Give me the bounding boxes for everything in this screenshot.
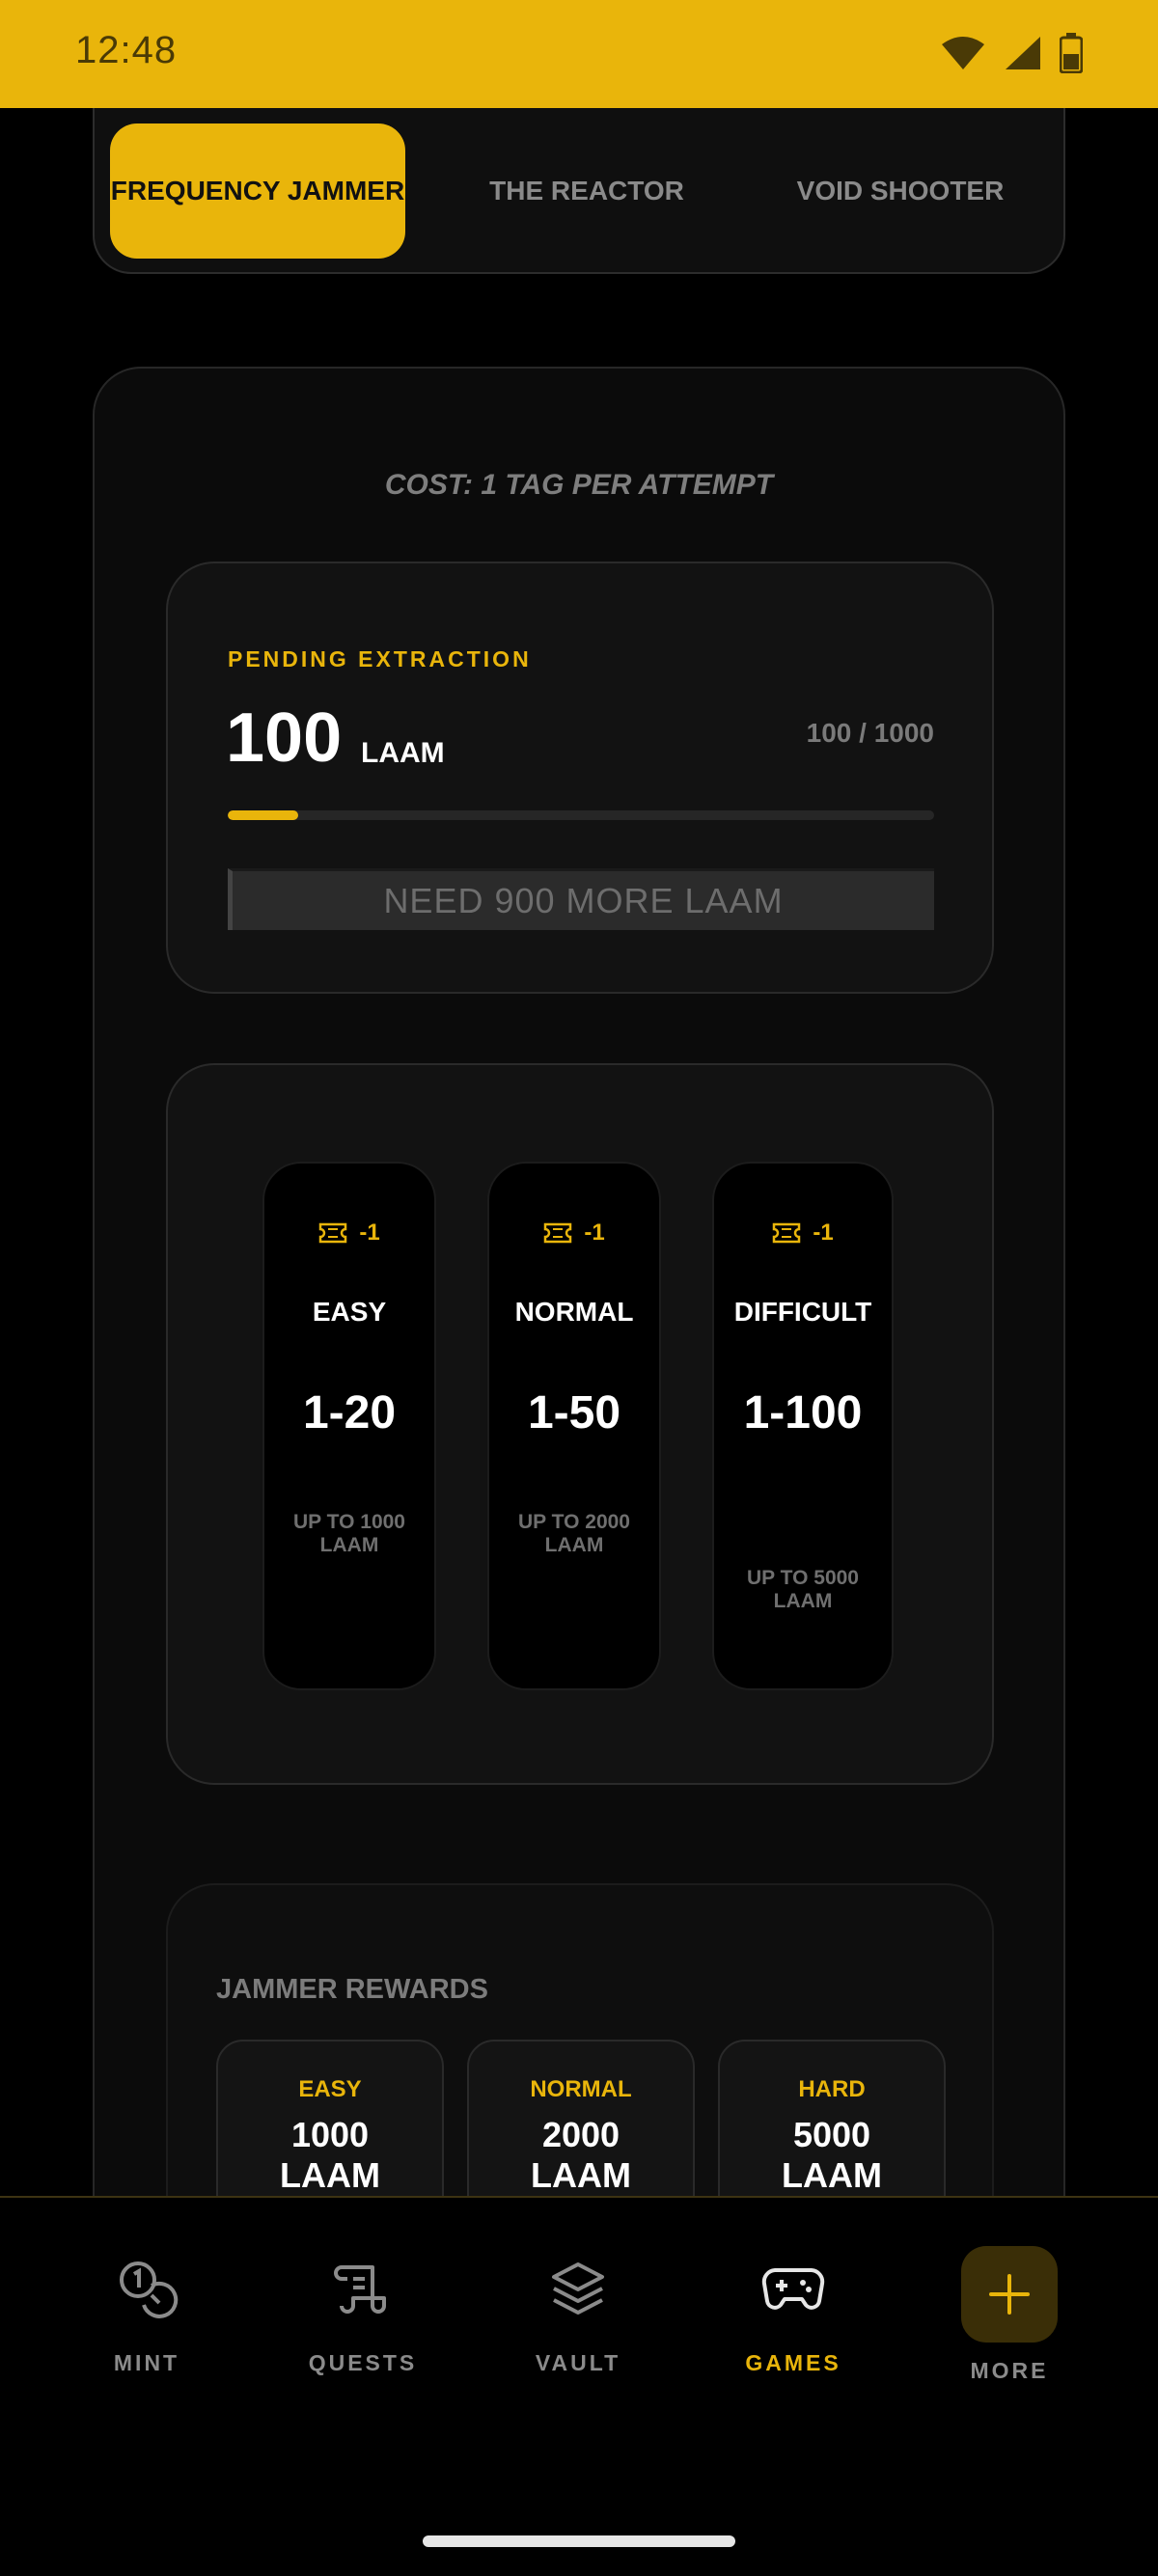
ticket-cost: -1 — [813, 1219, 834, 1246]
signal-icon — [1006, 37, 1040, 69]
rewards-title: JAMMER REWARDS — [216, 1974, 488, 2005]
difficulty-range: 1-100 — [743, 1387, 863, 1439]
ticket-cost-row: -1 — [489, 1219, 659, 1247]
extraction-progress-fill — [228, 810, 299, 820]
ticket-icon — [773, 1222, 801, 1244]
nav-label: GAMES — [745, 2350, 841, 2375]
ticket-cost: -1 — [584, 1219, 605, 1246]
ticket-cost: -1 — [359, 1219, 380, 1246]
ticket-cost-row: -1 — [714, 1219, 892, 1247]
reward-value: 1000 LAAM — [280, 2115, 380, 2195]
nav-label: MINT — [113, 2350, 180, 2375]
extract-button[interactable]: NEED 900 MORE LAAM — [228, 868, 934, 930]
gamepad-icon — [761, 2268, 825, 2310]
difficulty-range: 1-20 — [302, 1387, 397, 1439]
scroll-icon — [334, 2265, 386, 2314]
nav-item-games[interactable]: GAMES — [706, 2250, 880, 2376]
cost-text: COST: 1 TAG PER ATTEMPT — [384, 469, 774, 501]
difficulty-range: 1-50 — [527, 1387, 621, 1439]
nav-item-vault[interactable]: VAULT — [491, 2250, 665, 2376]
tab-frequency-jammer[interactable]: FREQUENCY JAMMER — [110, 123, 405, 259]
pending-unit: LAAM — [361, 737, 445, 769]
status-icons — [940, 33, 1083, 73]
more-button[interactable] — [961, 2246, 1058, 2343]
extraction-progress-bar — [228, 810, 934, 820]
difficulty-reward: UP TO 5000 LAAM — [747, 1567, 859, 1612]
tab-the-reactor[interactable]: THE REACTOR — [432, 123, 741, 259]
nav-item-more[interactable]: MORE — [923, 2246, 1096, 2384]
reward-label: HARD — [798, 2076, 866, 2102]
difficulty-name: NORMAL — [514, 1297, 634, 1327]
nav-label: VAULT — [535, 2350, 621, 2375]
frequency-jammer-panel: COST: 1 TAG PER ATTEMPT PENDING EXTRACTI… — [93, 367, 1065, 2366]
ticket-icon — [319, 1222, 347, 1244]
pending-extraction-card: PENDING EXTRACTION 100 LAAM 100 / 1000 N… — [166, 562, 994, 994]
difficulty-name: DIFFICULT — [733, 1297, 872, 1327]
home-indicator — [423, 2535, 735, 2547]
nav-item-quests[interactable]: QUESTS — [276, 2250, 450, 2376]
difficulty-selector-card: -1 EASY 1-20 UP TO 1000 LAAM -1 NORMAL 1… — [166, 1063, 994, 1785]
ticket-icon — [544, 1222, 572, 1244]
status-bar: 12:48 — [0, 0, 1158, 108]
nav-label: QUESTS — [308, 2350, 418, 2375]
ticket-cost-row: -1 — [264, 1219, 434, 1247]
pending-progress-text: 100 / 1000 — [806, 718, 934, 748]
pending-amount: 100 — [226, 699, 343, 777]
reward-label: EASY — [298, 2076, 362, 2102]
battery-icon — [1060, 33, 1083, 73]
plus-icon — [989, 2274, 1030, 2315]
difficulty-reward: UP TO 2000 LAAM — [518, 1511, 630, 1556]
coins-icon — [120, 2261, 179, 2318]
difficulty-reward: UP TO 1000 LAAM — [293, 1511, 405, 1556]
game-tabs: FREQUENCY JAMMER THE REACTOR VOID SHOOTE… — [93, 108, 1065, 274]
nav-item-mint[interactable]: MINT — [60, 2250, 234, 2376]
difficulty-easy-button[interactable]: -1 EASY 1-20 UP TO 1000 LAAM — [262, 1162, 436, 1690]
difficulty-difficult-button[interactable]: -1 DIFFICULT 1-100 UP TO 5000 LAAM — [712, 1162, 894, 1690]
difficulty-name: EASY — [312, 1297, 387, 1327]
reward-value: 5000 LAAM — [782, 2115, 882, 2195]
status-time: 12:48 — [75, 29, 178, 71]
layers-icon — [552, 2262, 604, 2315]
nav-label: MORE — [970, 2358, 1049, 2383]
tab-void-shooter[interactable]: VOID SHOOTER — [751, 123, 1050, 259]
pending-extraction-label: PENDING EXTRACTION — [228, 646, 532, 671]
wifi-icon — [942, 37, 984, 69]
bottom-nav: MINT QUESTS VAULT GAMES MORE — [0, 2196, 1158, 2576]
reward-label: NORMAL — [530, 2076, 632, 2102]
difficulty-normal-button[interactable]: -1 NORMAL 1-50 UP TO 2000 LAAM — [487, 1162, 661, 1690]
reward-value: 2000 LAAM — [531, 2115, 631, 2195]
